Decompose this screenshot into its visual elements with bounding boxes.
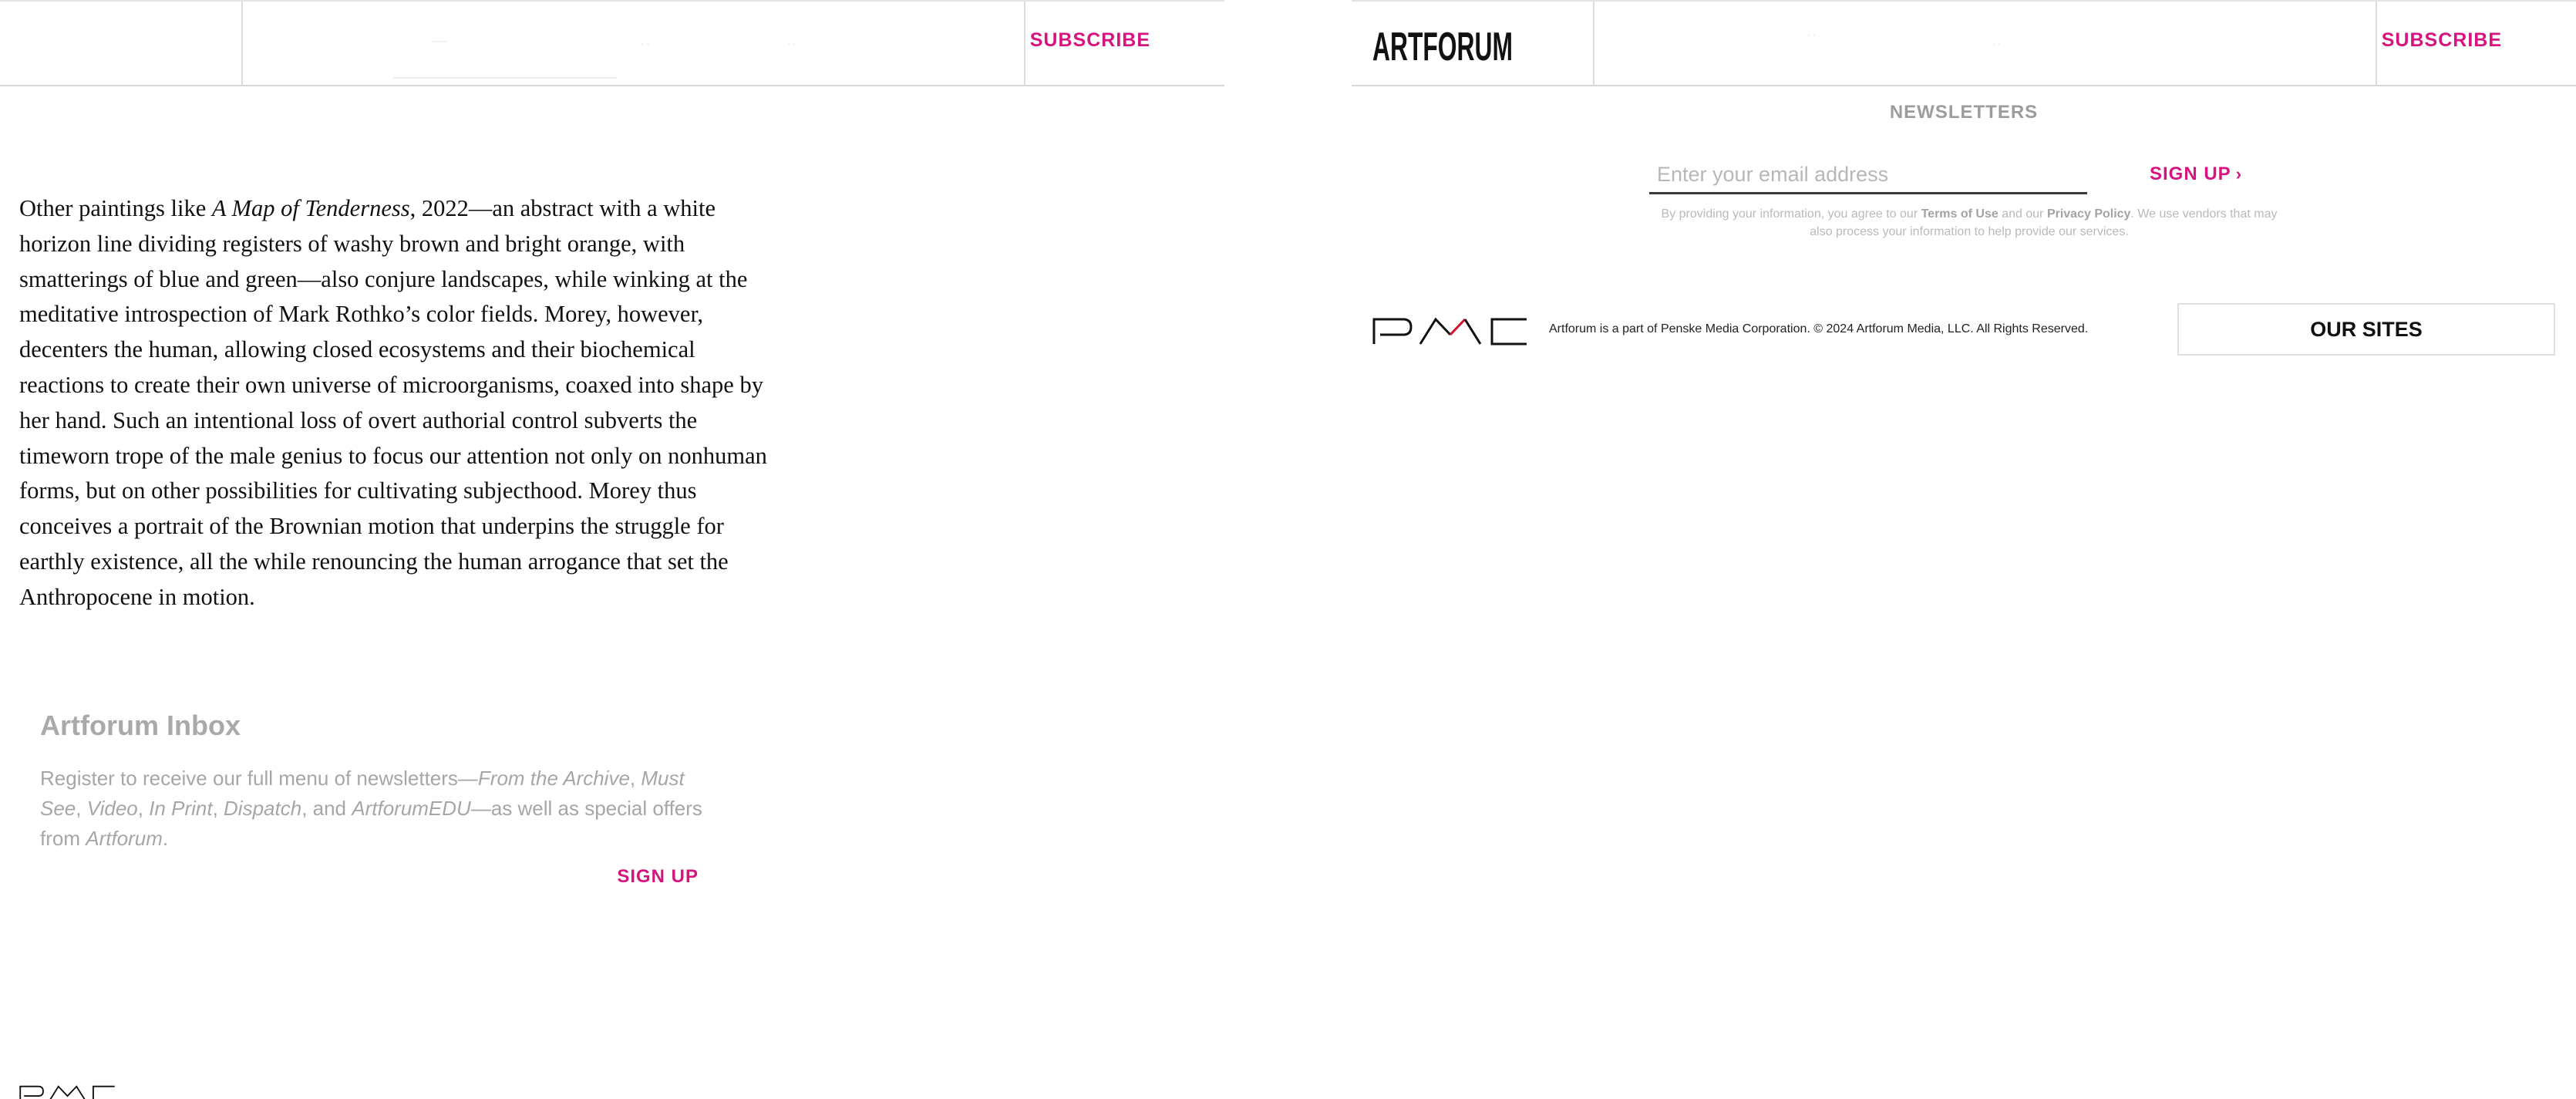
header-divider [1024, 2, 1025, 86]
our-sites-button[interactable]: OUR SITES [2177, 303, 2555, 356]
right-panel: ARTFORUM ·· ·· SUBSCRIBE NEWSLETTERS SIG… [1352, 0, 2576, 1099]
privacy-policy-link[interactable]: Privacy Policy [2047, 207, 2131, 221]
chevron-right-icon: › [2235, 164, 2243, 184]
faded-nav-item: ·· [640, 35, 651, 52]
promo-text: Register to receive our full menu of new… [40, 767, 478, 790]
promo-text: , [629, 767, 641, 790]
promo-title: Artforum Inbox [40, 710, 241, 741]
promo-text: , [137, 797, 150, 820]
logo-text: ARTFORUM [1372, 25, 1513, 69]
header-divider [1593, 2, 1594, 86]
faded-nav-item: — [432, 32, 447, 49]
promo-text: , [212, 797, 224, 820]
artwork-title: A Map of Tenderness [211, 195, 410, 221]
faded-nav-item: ·· [1992, 35, 2002, 52]
article-paragraph: Other paintings like A Map of Tenderness… [19, 191, 775, 615]
promo-text: . [162, 827, 169, 850]
article-text: , 2022—an abstract with a white horizon … [19, 195, 767, 610]
subscribe-link[interactable]: SUBSCRIBE [1030, 29, 1150, 52]
faded-nav-item: ·· [1807, 26, 1817, 43]
artforum-logo[interactable]: ARTFORUM [1372, 19, 1591, 69]
faded-nav-item: ·· [786, 35, 797, 52]
terms-of-use-link[interactable]: Terms of Use [1921, 207, 1999, 221]
promo-description: Register to receive our full menu of new… [40, 764, 719, 854]
newsletter-name: ArtforumEDU [352, 797, 471, 820]
article-body: Other paintings like A Map of Tenderness… [19, 191, 775, 615]
promo-text: , and [301, 797, 352, 820]
newsletter-name: Video [86, 797, 138, 820]
newsletter-name: In Print [149, 797, 213, 820]
legal-text: By providing your information, you agree… [1661, 207, 1921, 221]
newsletters-heading: NEWSLETTERS [1889, 102, 2039, 123]
pmc-logo-icon [19, 1085, 115, 1099]
sign-up-label: SIGN UP [2150, 164, 2231, 184]
header-divider [241, 2, 243, 86]
legal-text: and our [1998, 207, 2047, 221]
pmc-logo-icon[interactable] [1372, 316, 1528, 346]
copyright-text: Artforum is a part of Penske Media Corpo… [1549, 322, 2089, 335]
legal-disclaimer: By providing your information, you agree… [1649, 205, 2289, 241]
newsletter-sign-up-button[interactable]: SIGN UP › [2150, 164, 2242, 185]
article-text: Other paintings like [19, 195, 212, 221]
newsletter-name: Dispatch [224, 797, 302, 820]
newsletter-promo: Artforum Inbox Register to receive our f… [40, 710, 719, 887]
newsletter-name: From the Archive [477, 767, 630, 790]
site-header: ARTFORUM ·· ·· SUBSCRIBE [1352, 0, 2576, 86]
site-header: — ·· ·· SUBSCRIBE [0, 0, 1224, 86]
faded-underline [393, 77, 617, 79]
header-divider [2376, 2, 2377, 86]
promo-text: , [76, 797, 87, 820]
promo-sign-up-link[interactable]: SIGN UP [617, 866, 699, 888]
subscribe-link[interactable]: SUBSCRIBE [2382, 29, 2502, 52]
left-panel: — ·· ·· SUBSCRIBE Other paintings like A… [0, 0, 1224, 1099]
email-input[interactable] [1649, 157, 2087, 194]
publication-name: Artforum [86, 827, 163, 850]
